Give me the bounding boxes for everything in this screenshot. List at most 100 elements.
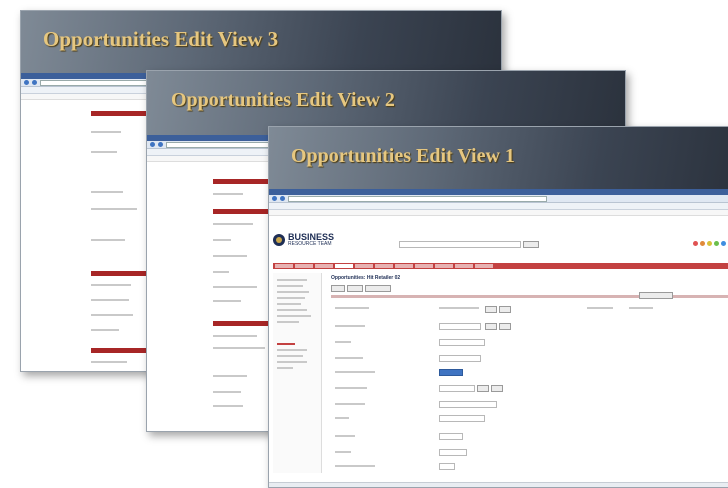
global-search-input[interactable] [399, 241, 521, 248]
nav-tab[interactable] [295, 264, 313, 268]
sidebar-item[interactable] [277, 303, 301, 305]
text-field[interactable] [439, 323, 481, 330]
lookup-button[interactable] [485, 323, 497, 330]
nav-tab[interactable] [275, 264, 293, 268]
back-icon[interactable] [150, 142, 155, 147]
sidebar-item[interactable] [277, 279, 307, 281]
url-field[interactable] [288, 195, 547, 202]
company-logo: BUSINESS RESOURCE TEAM [273, 233, 334, 247]
slide-header: Opportunities Edit View 1 [269, 127, 728, 189]
nav-tab-opportunities[interactable] [335, 264, 353, 268]
nav-tab[interactable] [415, 264, 433, 268]
form-label [335, 307, 369, 309]
form-label [213, 223, 253, 225]
form-label [91, 208, 137, 210]
slide-title: Opportunities Edit View 1 [291, 145, 515, 167]
form-label [213, 193, 243, 195]
back-icon[interactable] [24, 80, 29, 85]
nav-tab[interactable] [375, 264, 393, 268]
lookup-button[interactable] [485, 306, 497, 313]
status-dot-icon [721, 241, 726, 246]
section-header [213, 209, 271, 214]
page-title: Opportunities: Hit Retailer 02 [331, 275, 401, 281]
form-label [335, 371, 375, 373]
cancel-button[interactable] [347, 285, 363, 292]
logo-icon [273, 234, 285, 246]
form-label [91, 329, 119, 331]
sidebar-item[interactable] [277, 343, 295, 345]
lookup-button[interactable] [477, 385, 489, 392]
nav-tab[interactable] [315, 264, 333, 268]
save-button[interactable] [331, 285, 345, 292]
form-label [213, 300, 241, 302]
nav-tab[interactable] [435, 264, 453, 268]
form-label [335, 417, 349, 419]
sidebar-item[interactable] [277, 355, 303, 357]
form-label [335, 465, 375, 467]
clear-button[interactable] [499, 323, 511, 330]
main-nav-tabs [273, 263, 728, 269]
form-label [91, 299, 129, 301]
slide-title: Opportunities Edit View 3 [43, 27, 279, 51]
sidebar-item[interactable] [277, 309, 307, 311]
select-field[interactable] [439, 339, 485, 346]
nav-tab[interactable] [355, 264, 373, 268]
form-label [213, 271, 229, 273]
required-info-button[interactable] [639, 292, 673, 299]
slide-header: Opportunities Edit View 3 [21, 11, 501, 73]
form-label [335, 451, 351, 453]
select-field[interactable] [439, 449, 467, 456]
search-button[interactable] [523, 241, 539, 248]
select-field[interactable] [439, 463, 455, 470]
form-label [335, 435, 355, 437]
upload-link[interactable] [439, 369, 463, 376]
status-dot-icon [700, 241, 705, 246]
left-sidebar [273, 273, 322, 473]
form-label [91, 131, 121, 133]
clear-button[interactable] [499, 306, 511, 313]
nav-tab[interactable] [395, 264, 413, 268]
sidebar-item[interactable] [277, 321, 299, 323]
form-label [335, 325, 365, 327]
sidebar-item[interactable] [277, 367, 293, 369]
form-label [213, 286, 257, 288]
forward-icon[interactable] [158, 142, 163, 147]
nav-tab[interactable] [475, 264, 493, 268]
form-label [587, 307, 613, 309]
select-field[interactable] [439, 355, 481, 362]
form-value [629, 307, 653, 309]
nav-tab[interactable] [455, 264, 473, 268]
form-label [91, 314, 133, 316]
logo-line-2: RESOURCE TEAM [288, 241, 332, 247]
select-field[interactable] [439, 401, 497, 408]
command-bar [269, 210, 728, 216]
sidebar-item[interactable] [277, 285, 303, 287]
browser-status-bar [269, 482, 728, 487]
select-field[interactable] [439, 415, 485, 422]
address-bar[interactable] [269, 195, 728, 203]
sidebar-item[interactable] [277, 297, 305, 299]
rating-dots [693, 241, 728, 246]
form-label [91, 191, 123, 193]
clear-button[interactable] [491, 385, 503, 392]
form-value [439, 307, 479, 309]
form-label [91, 284, 131, 286]
browser-screenshot: BUSINESS RESOURCE TEAM Opportunities: Hi… [269, 189, 728, 487]
sidebar-item[interactable] [277, 315, 311, 317]
text-field[interactable] [439, 385, 475, 392]
status-dot-icon [714, 241, 719, 246]
save-and-new-button[interactable] [365, 285, 391, 292]
form-label [213, 255, 247, 257]
forward-icon[interactable] [280, 196, 285, 201]
sidebar-item[interactable] [277, 361, 307, 363]
status-dot-icon [693, 241, 698, 246]
back-icon[interactable] [272, 196, 277, 201]
form-label [213, 239, 231, 241]
select-field[interactable] [439, 433, 463, 440]
form-label [335, 341, 351, 343]
sidebar-item[interactable] [277, 349, 307, 351]
sidebar-item[interactable] [277, 291, 309, 293]
form-label [91, 151, 117, 153]
form-label [213, 335, 257, 337]
forward-icon[interactable] [32, 80, 37, 85]
